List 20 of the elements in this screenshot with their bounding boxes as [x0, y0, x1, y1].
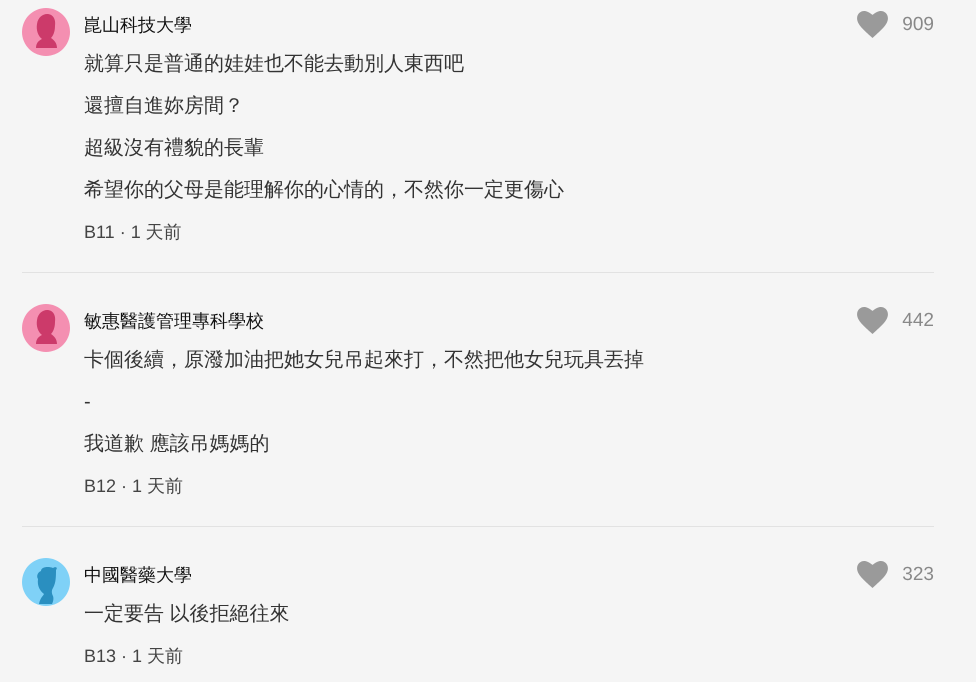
comment-meta: B11 · 1 天前	[84, 221, 182, 244]
like-count: 323	[902, 564, 934, 586]
comment-meta: B13 · 1 天前	[84, 645, 184, 668]
comment-text: -	[84, 390, 92, 415]
comment-meta: B12 · 1 天前	[84, 475, 184, 498]
comment-text: 就算只是普通的娃娃也不能去動別人東西吧	[84, 52, 465, 77]
comment-text: 卡個後續，原潑加油把她女兒吊起來打，不然把他女兒玩具丟掉	[84, 348, 645, 373]
comment-text: 一定要告 以後拒絕往來	[84, 602, 291, 627]
comment-text: 我道歉 應該吊媽媽的	[84, 432, 271, 457]
author-name[interactable]: 中國醫藥大學	[84, 562, 192, 586]
comment-text: 還擅自進妳房間？	[84, 94, 245, 119]
like-count: 909	[902, 14, 934, 36]
author-name[interactable]: 崑山科技大學	[84, 12, 192, 36]
comment-text: 超級沒有禮貌的長輩	[84, 136, 265, 161]
heart-icon[interactable]	[857, 561, 888, 588]
like-count: 442	[902, 310, 934, 332]
heart-icon[interactable]	[857, 307, 888, 334]
comment-text: 希望你的父母是能理解你的心情的，不然你一定更傷心	[84, 178, 565, 203]
heart-icon[interactable]	[857, 11, 888, 38]
author-name[interactable]: 敏惠醫護管理專科學校	[84, 308, 264, 332]
